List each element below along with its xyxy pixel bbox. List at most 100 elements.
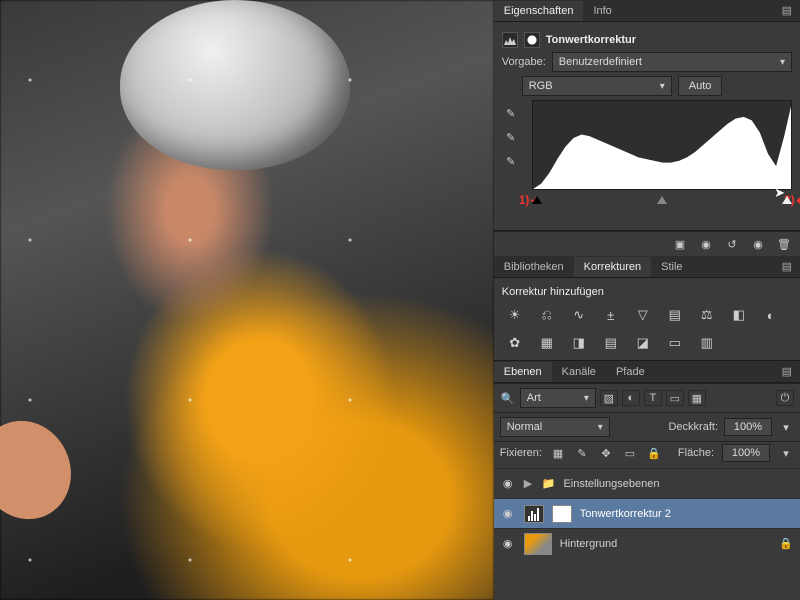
lock-position-icon[interactable]: ✥	[598, 446, 614, 460]
levels-adjustment-icon	[502, 32, 518, 48]
layer-thumb	[524, 533, 552, 555]
layer-group-row[interactable]: ◉ ▶ 📁 Einstellungsebenen	[494, 468, 800, 498]
lock-icon: 🔒	[778, 536, 794, 552]
layer-background-row[interactable]: ◉ Hintergrund 🔒	[494, 528, 800, 558]
levels-thumb-icon	[524, 505, 544, 523]
fill-label: Fläche:	[678, 447, 714, 459]
layer-mask-icon[interactable]	[524, 32, 540, 48]
tab-styles[interactable]: Stile	[651, 257, 692, 277]
view-previous-icon[interactable]: ◉	[698, 236, 714, 252]
channel-select[interactable]: RGB	[522, 76, 672, 96]
lock-transparency-icon[interactable]: ▦	[550, 446, 566, 460]
layer-name[interactable]: Tonwertkorrektur 2	[580, 508, 671, 520]
fill-input[interactable]	[722, 444, 770, 462]
blend-mode-value: Normal	[507, 421, 542, 433]
adjustments-panel: Korrektur hinzufügen ☀⎌∿±▽▤⚖◧◐✿▦◨▤◪▭▥	[494, 278, 800, 361]
filter-adjust-icon[interactable]: ◐	[622, 390, 640, 406]
lock-label: Fixieren:	[500, 447, 542, 459]
disclosure-triangle-icon[interactable]: ▶	[524, 477, 534, 490]
filter-toggle-switch[interactable]: ⏻	[776, 390, 794, 406]
brightness-contrast-icon[interactable]: ☀	[504, 306, 526, 324]
filter-kind-value: Art	[527, 392, 541, 404]
tab-libraries[interactable]: Bibliotheken	[494, 257, 574, 277]
gamma-handle[interactable]	[657, 196, 667, 204]
filter-pixel-icon[interactable]: ▨	[600, 390, 618, 406]
adjustments-tabbar: Bibliotheken Korrekturen Stile ▤	[494, 256, 800, 278]
tab-channels[interactable]: Kanäle	[552, 362, 606, 382]
white-point-handle[interactable]	[782, 196, 792, 204]
panel-menu-icon[interactable]: ▤	[774, 260, 800, 273]
preset-select[interactable]: Benutzerdefiniert	[552, 52, 792, 72]
color-balance-icon[interactable]: ⚖	[696, 306, 718, 324]
auto-button[interactable]: Auto	[678, 76, 723, 96]
tab-paths[interactable]: Pfade	[606, 362, 655, 382]
lock-all-icon[interactable]: 🔒	[646, 446, 662, 460]
opacity-input[interactable]	[724, 418, 772, 436]
hue-saturation-icon[interactable]: ▤	[664, 306, 686, 324]
eyedropper-white-icon[interactable]: ✎	[502, 152, 520, 170]
exposure-icon[interactable]: ±	[600, 306, 622, 324]
toggle-visibility-icon[interactable]: ◉	[750, 236, 766, 252]
vibrance-icon[interactable]: ▽	[632, 306, 654, 324]
photo-filter-icon[interactable]: ◐	[760, 306, 782, 324]
delete-adjustment-icon[interactable]: 🗑	[776, 236, 792, 252]
reset-icon[interactable]: ↺	[724, 236, 740, 252]
folder-icon: 📁	[542, 477, 556, 490]
curves-icon[interactable]: ∿	[568, 306, 590, 324]
search-icon[interactable]: 🔍	[500, 390, 516, 406]
layer-list: ◉ ▶ 📁 Einstellungsebenen ◉ Tonwertkorrek…	[494, 468, 800, 558]
channel-mixer-icon[interactable]: ✿	[504, 334, 526, 352]
tab-adjustments[interactable]: Korrekturen	[574, 257, 651, 277]
lock-artboard-icon[interactable]: ▭	[622, 446, 638, 460]
dropdown-arrow-icon[interactable]: ▾	[778, 446, 794, 460]
layer-filter-row: 🔍 Art ▨ ◐ T ▭ ▦ ⏻	[494, 383, 800, 412]
tab-info[interactable]: Info	[583, 1, 621, 21]
invert-icon[interactable]: ◨	[568, 334, 590, 352]
threshold-icon[interactable]: ◪	[632, 334, 654, 352]
layer-name[interactable]: Hintergrund	[560, 538, 617, 550]
lock-pixels-icon[interactable]: ✎	[574, 446, 590, 460]
visibility-toggle-icon[interactable]: ◉	[500, 477, 516, 490]
dropdown-arrow-icon[interactable]: ▾	[778, 419, 794, 435]
posterize-icon[interactable]: ▤	[600, 334, 622, 352]
right-panel-stack: Eigenschaften Info ▤ Tonwertkorrektur Vo…	[494, 0, 800, 600]
levels-icon[interactable]: ⎌	[536, 306, 558, 324]
filter-type-icon[interactable]: T	[644, 390, 662, 406]
canvas-image[interactable]	[0, 0, 494, 600]
eyedropper-black-icon[interactable]: ✎	[502, 104, 520, 122]
selective-color-icon[interactable]: ▥	[696, 334, 718, 352]
preset-value: Benutzerdefiniert	[559, 56, 642, 68]
panel-menu-icon[interactable]: ▤	[774, 365, 800, 378]
black-white-icon[interactable]: ◧	[728, 306, 750, 324]
blend-mode-select[interactable]: Normal	[500, 417, 610, 437]
histogram[interactable]: 1)➔ 2)➔ ➤	[526, 100, 792, 220]
filter-kind-select[interactable]: Art	[520, 388, 596, 408]
adjustment-title: Tonwertkorrektur	[546, 34, 636, 46]
histogram-svg	[533, 101, 791, 189]
layer-levels-row[interactable]: ◉ Tonwertkorrektur 2	[494, 498, 800, 528]
layer-name[interactable]: Einstellungsebenen	[563, 478, 659, 490]
tab-properties[interactable]: Eigenschaften	[494, 1, 584, 21]
eyedropper-gray-icon[interactable]: ✎	[502, 128, 520, 146]
channel-value: RGB	[529, 80, 553, 92]
black-point-handle[interactable]	[532, 196, 542, 204]
layer-mask-thumb[interactable]	[552, 505, 572, 523]
preset-label: Vorgabe:	[502, 56, 546, 68]
visibility-toggle-icon[interactable]: ◉	[500, 537, 516, 550]
gradient-map-icon[interactable]: ▭	[664, 334, 686, 352]
clip-to-layer-icon[interactable]: ▣	[672, 236, 688, 252]
filter-shape-icon[interactable]: ▭	[666, 390, 684, 406]
eyedropper-group: ✎ ✎ ✎	[502, 100, 520, 170]
panel-menu-icon[interactable]: ▤	[774, 4, 800, 17]
properties-panel: Tonwertkorrektur Vorgabe: Benutzerdefini…	[494, 22, 800, 231]
input-levels-slider[interactable]	[532, 196, 792, 206]
visibility-toggle-icon[interactable]: ◉	[500, 507, 516, 520]
tab-layers[interactable]: Ebenen	[494, 362, 552, 382]
filter-smart-icon[interactable]: ▦	[688, 390, 706, 406]
layers-options-row: Normal Deckkraft: ▾	[494, 412, 800, 441]
color-lookup-icon[interactable]: ▦	[536, 334, 558, 352]
photo-snow	[0, 0, 494, 600]
layer-lock-row: Fixieren: ▦ ✎ ✥ ▭ 🔒 Fläche: ▾	[494, 441, 800, 468]
annotation-1-label: 1)	[519, 193, 530, 207]
properties-footer: ▣ ◉ ↺ ◉ 🗑	[494, 231, 800, 256]
